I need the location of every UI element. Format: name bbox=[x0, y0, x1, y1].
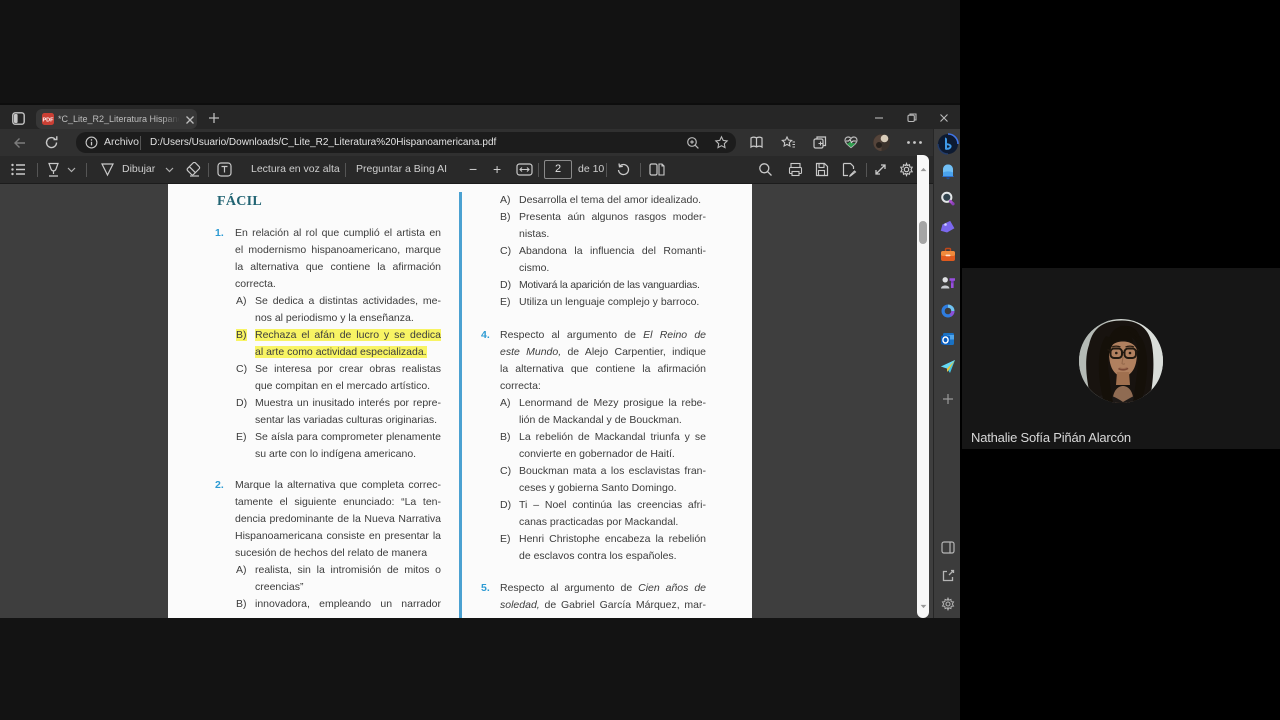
svg-text:PDF: PDF bbox=[43, 118, 55, 124]
